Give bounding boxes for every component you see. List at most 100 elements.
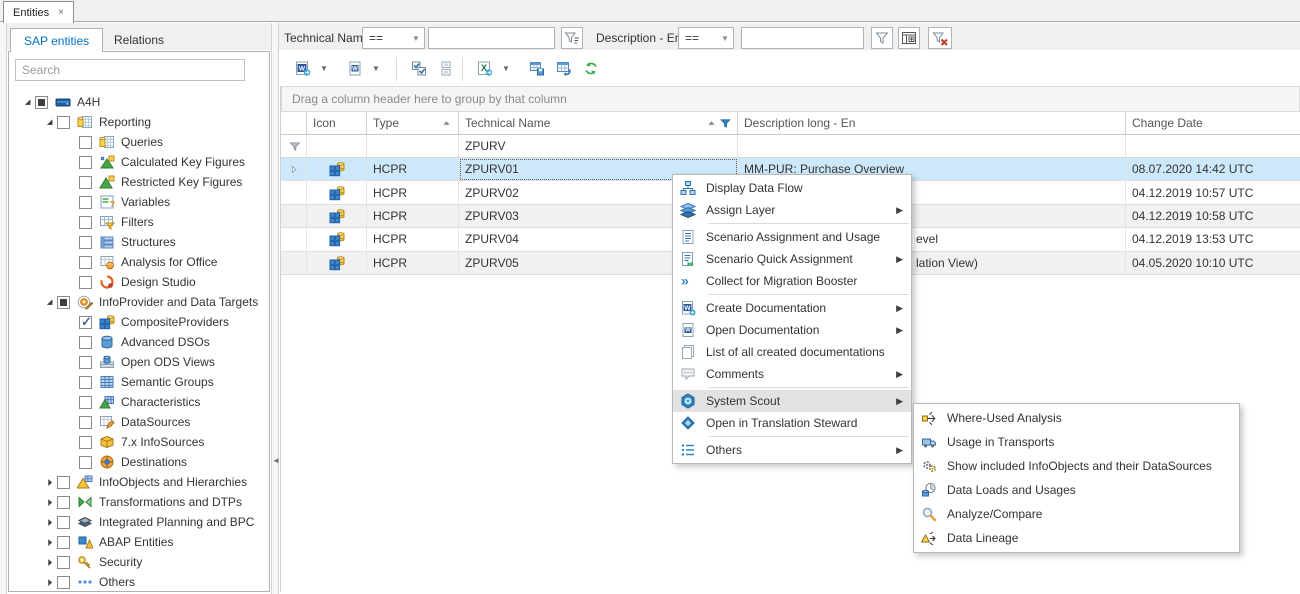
collapse-arrow-icon[interactable] (43, 515, 57, 529)
context-menu-item-open-in-translation-steward[interactable]: Open in Translation Steward (673, 412, 911, 434)
filter-menu-button[interactable] (561, 27, 583, 49)
row-indicator[interactable] (281, 228, 307, 251)
tree-item-variables[interactable]: ?Variables (9, 192, 269, 212)
cell-change-date[interactable]: 04.12.2019 10:57 UTC (1126, 181, 1300, 204)
row-indicator[interactable] (281, 158, 307, 181)
submenu-item-usage-in-transports[interactable]: Usage in Transports (914, 430, 1239, 454)
tree-checkbox[interactable] (79, 376, 92, 389)
filter-cell-change-date[interactable] (1126, 135, 1300, 157)
tree-item-design-studio[interactable]: Design Studio (9, 272, 269, 292)
tree-item-filters[interactable]: Filters (9, 212, 269, 232)
tree-item-datasources[interactable]: DataSources (9, 412, 269, 432)
tree-checkbox[interactable] (79, 336, 92, 349)
tree-item-calculated-key-figures[interactable]: Calculated Key Figures (9, 152, 269, 172)
panel-splitter[interactable]: ◄ (271, 23, 279, 594)
tree-item-others[interactable]: Others (9, 572, 269, 591)
tree-item-queries[interactable]: Queries (9, 132, 269, 152)
tree-item-semantic-groups[interactable]: Semantic Groups (9, 372, 269, 392)
tree-item-characteristics[interactable]: Characteristics (9, 392, 269, 412)
excel-export-button[interactable]: X (472, 57, 498, 81)
cell-change-date[interactable]: 08.07.2020 14:42 UTC (1126, 158, 1300, 181)
tree-checkbox[interactable] (79, 136, 92, 149)
cell-type[interactable]: HCPR (367, 205, 459, 228)
context-menu-item-scenario-quick-assignment[interactable]: Scenario Quick Assignment▶ (673, 248, 911, 270)
tree-item-analysis-for-office[interactable]: Analysis for Office (9, 252, 269, 272)
tree-checkbox[interactable] (79, 316, 92, 329)
context-menu-item-create-documentation[interactable]: WCreate Documentation▶ (673, 297, 911, 319)
expand-arrow-icon[interactable] (43, 115, 57, 129)
dropdown-caret-button[interactable]: ▼ (499, 57, 513, 81)
submenu-item-analyze-compare[interactable]: Analyze/Compare (914, 502, 1239, 526)
context-menu-item-list-of-all-created-documentations[interactable]: List of all created documentations (673, 341, 911, 363)
group-by-panel[interactable]: Drag a column header here to group by th… (281, 86, 1300, 112)
description-filter-input[interactable] (741, 27, 864, 49)
tree-item-a4h[interactable]: A4H (9, 92, 269, 112)
tree-checkbox[interactable] (79, 216, 92, 229)
tree-checkbox[interactable] (35, 96, 48, 109)
close-icon[interactable]: × (58, 7, 64, 18)
tree-checkbox[interactable] (79, 416, 92, 429)
filter-cell-icon[interactable] (307, 135, 367, 157)
submenu-item-data-lineage[interactable]: Data Lineage (914, 526, 1239, 550)
filter-funnel-button[interactable] (871, 27, 893, 49)
tree-checkbox[interactable] (79, 436, 92, 449)
refresh-button[interactable] (578, 57, 604, 81)
description-operator-select[interactable]: == ▼ (678, 27, 734, 49)
open-in-new-grid-button[interactable] (898, 27, 920, 49)
deselect-button[interactable] (433, 57, 459, 81)
tree-item-restricted-key-figures[interactable]: Restricted Key Figures (9, 172, 269, 192)
technical-name-operator-select[interactable]: == ▼ (362, 27, 425, 49)
collapse-arrow-icon[interactable] (43, 575, 57, 589)
cell-change-date[interactable]: 04.12.2019 13:53 UTC (1126, 228, 1300, 251)
grid-restore-button[interactable] (551, 57, 577, 81)
column-header-icon[interactable]: Icon (307, 112, 367, 134)
dropdown-caret-button[interactable]: ▼ (317, 57, 331, 81)
tree-item-transformations-and-dtps[interactable]: Transformations and DTPs (9, 492, 269, 512)
tree-checkbox[interactable] (57, 516, 70, 529)
tree-item-structures[interactable]: Structures (9, 232, 269, 252)
row-indicator[interactable] (281, 205, 307, 228)
tree-checkbox[interactable] (57, 556, 70, 569)
tree-item-open-ods-views[interactable]: Open ODS Views (9, 352, 269, 372)
tree-checkbox[interactable] (79, 456, 92, 469)
tab-relations[interactable]: Relations (101, 28, 177, 52)
select-all-button[interactable] (406, 57, 432, 81)
tree-item-security[interactable]: Security (9, 552, 269, 572)
tree-item-integrated-planning-and-bpc[interactable]: Integrated Planning and BPC (9, 512, 269, 532)
collapse-arrow-icon[interactable] (43, 495, 57, 509)
cell-type[interactable]: HCPR (367, 252, 459, 275)
tree-checkbox[interactable] (79, 396, 92, 409)
cell-type[interactable]: HCPR (367, 228, 459, 251)
tree-item-advanced-dsos[interactable]: Advanced DSOs (9, 332, 269, 352)
tree-checkbox[interactable] (79, 356, 92, 369)
submenu-item-where-used-analysis[interactable]: Where-Used Analysis (914, 406, 1239, 430)
context-menu-item-others[interactable]: Others▶ (673, 439, 911, 461)
technical-name-filter-input[interactable] (428, 27, 555, 49)
dropdown-caret-button[interactable]: ▼ (369, 57, 383, 81)
tree-item-destinations[interactable]: Destinations (9, 452, 269, 472)
search-input[interactable] (15, 59, 245, 81)
context-menu-item-system-scout[interactable]: System Scout▶ (673, 390, 911, 412)
filter-active-icon[interactable] (720, 118, 731, 129)
cell-change-date[interactable]: 04.12.2019 10:58 UTC (1126, 205, 1300, 228)
context-menu-item-assign-layer[interactable]: Assign Layer▶ (673, 199, 911, 221)
row-indicator[interactable] (281, 252, 307, 275)
cell-type[interactable]: HCPR (367, 158, 459, 181)
context-menu-item-collect-for-migration-booster[interactable]: »Collect for Migration Booster (673, 270, 911, 292)
clear-filter-button[interactable] (928, 27, 952, 49)
tab-sap-entities[interactable]: SAP entities (10, 28, 103, 52)
word-export-button[interactable]: W (290, 57, 316, 81)
tree-checkbox[interactable] (79, 256, 92, 269)
column-header-type[interactable]: Type (367, 112, 459, 134)
tree-item-infoobjects-and-hierarchies[interactable]: InfoObjects and Hierarchies (9, 472, 269, 492)
tree-checkbox[interactable] (57, 476, 70, 489)
context-menu-item-scenario-assignment-and-usage[interactable]: Scenario Assignment and Usage (673, 226, 911, 248)
tree-checkbox[interactable] (57, 296, 70, 309)
filter-cell-description[interactable] (738, 135, 1126, 157)
column-header-change-date[interactable]: Change Date (1126, 112, 1300, 134)
cell-change-date[interactable]: 04.05.2020 10:10 UTC (1126, 252, 1300, 275)
submenu-item-data-loads-and-usages[interactable]: Data Loads and Usages (914, 478, 1239, 502)
expand-arrow-icon[interactable] (43, 295, 57, 309)
tree-checkbox[interactable] (79, 196, 92, 209)
filter-cell-technical-name[interactable]: ZPURV (459, 135, 738, 157)
